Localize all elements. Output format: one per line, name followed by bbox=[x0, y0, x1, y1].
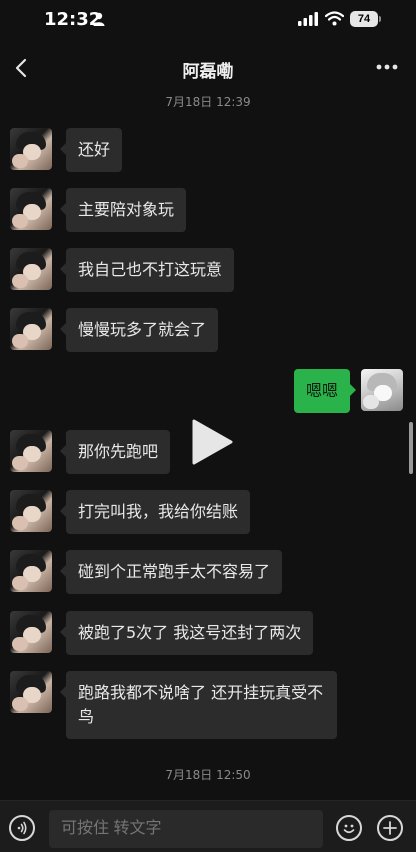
chat-header: 阿磊嘞 bbox=[0, 44, 416, 92]
timestamp: 7月18日 12:50 bbox=[165, 768, 251, 782]
avatar[interactable] bbox=[10, 550, 52, 592]
message-bubble[interactable]: 那你先跑吧 bbox=[59, 430, 171, 474]
plus-button[interactable] bbox=[377, 815, 403, 841]
status-bar: 12:32 74 bbox=[0, 0, 416, 40]
message-bubble[interactable]: 主要陪对象玩 bbox=[59, 188, 187, 232]
voice-button[interactable] bbox=[9, 815, 35, 841]
timestamp: 7月18日 12:39 bbox=[165, 95, 251, 109]
message-bubble[interactable]: 被跑了5次了 我这号还封了两次 bbox=[59, 611, 314, 655]
battery-indicator: 74 bbox=[350, 11, 378, 27]
emoji-icon bbox=[343, 824, 355, 834]
avatar[interactable] bbox=[10, 611, 52, 653]
plus-icon bbox=[383, 821, 397, 835]
person-icon bbox=[93, 12, 105, 26]
avatar[interactable] bbox=[10, 128, 52, 170]
signal-icon bbox=[298, 12, 318, 26]
more-icon[interactable] bbox=[376, 64, 398, 70]
avatar[interactable] bbox=[10, 308, 52, 350]
chat-title: 阿磊嘞 bbox=[182, 62, 234, 82]
avatar-self[interactable] bbox=[361, 369, 403, 411]
battery-cap bbox=[379, 16, 381, 22]
message-bubble[interactable]: 跑路我都不说啥了 还开挂玩真受不鸟 bbox=[60, 671, 337, 739]
message-bubble[interactable]: 碰到个正常跑手太不容易了 bbox=[59, 550, 283, 594]
message-bubble-own[interactable]: 嗯嗯 bbox=[293, 369, 357, 413]
avatar[interactable] bbox=[10, 490, 52, 532]
voice-icon bbox=[17, 821, 27, 835]
message-bubble[interactable]: 还好 bbox=[59, 128, 123, 172]
message-bubble[interactable]: 慢慢玩多了就会了 bbox=[59, 308, 219, 352]
avatar[interactable] bbox=[10, 248, 52, 290]
play-icon[interactable] bbox=[190, 418, 234, 466]
avatar[interactable] bbox=[10, 671, 52, 713]
message-input[interactable] bbox=[49, 810, 323, 848]
wifi-icon bbox=[325, 11, 344, 26]
avatar[interactable] bbox=[10, 188, 52, 230]
message-bubble[interactable]: 我自己也不打这玩意 bbox=[59, 248, 235, 292]
avatar[interactable] bbox=[10, 430, 52, 472]
message-bubble[interactable]: 打完叫我，我给你结账 bbox=[59, 490, 251, 534]
input-bar bbox=[0, 800, 416, 852]
emoji-button[interactable] bbox=[336, 815, 362, 841]
scrollbar-thumb[interactable] bbox=[409, 422, 413, 474]
